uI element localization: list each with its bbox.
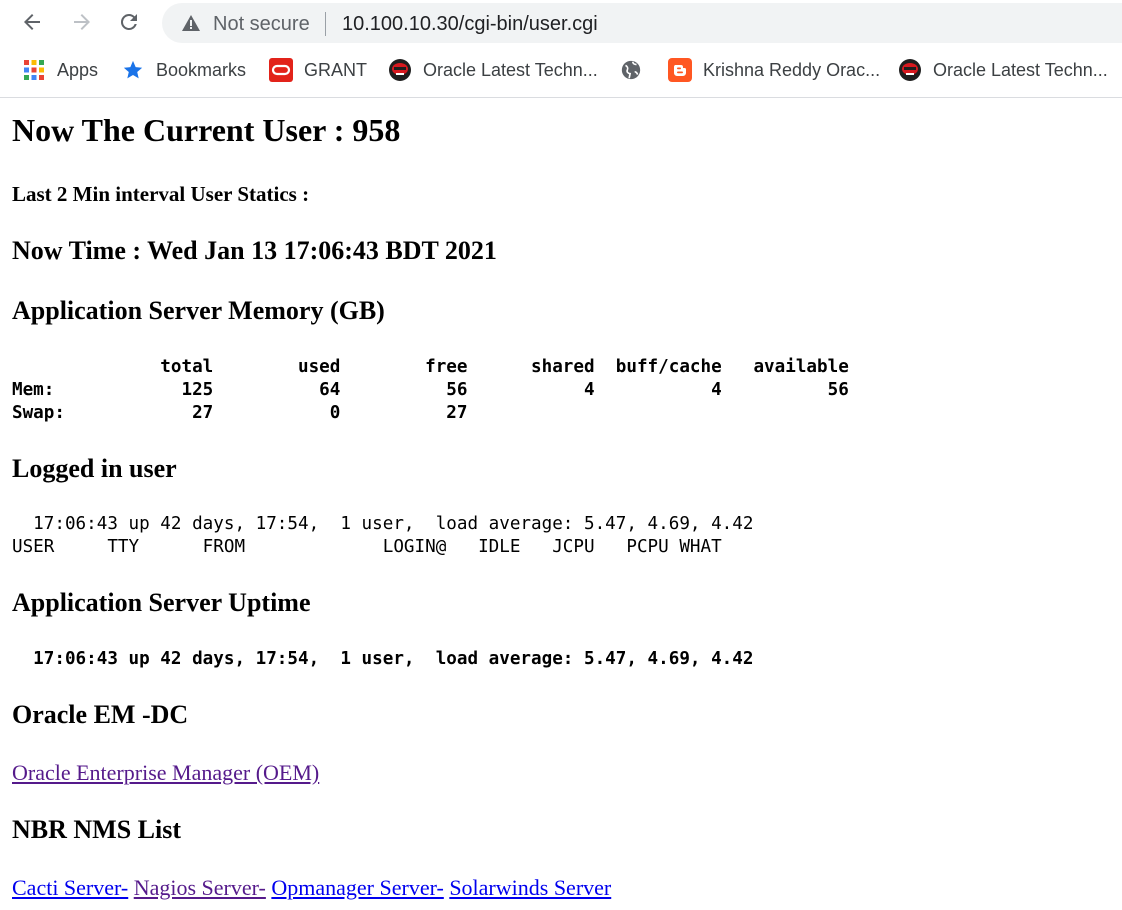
bookmark-label: GRANT xyxy=(304,59,367,80)
logged-in-user-heading: Logged in user xyxy=(12,454,177,483)
back-button[interactable] xyxy=(16,6,48,38)
bookmarks-bar: Apps Bookmarks GRANT Oracle Latest Techn… xyxy=(0,52,1122,88)
nms-list-heading: NBR NMS List xyxy=(12,815,182,844)
oem-link-row: Oracle Enterprise Manager (OEM) xyxy=(12,760,319,786)
bookmark-oracle-latest-2[interactable]: Oracle Latest Techn... xyxy=(898,52,1108,88)
nms-links-row: Cacti Server- Nagios Server- Opmanager S… xyxy=(12,875,611,901)
arrow-right-icon xyxy=(74,14,90,30)
bookmark-globe[interactable] xyxy=(619,52,654,88)
blogger-icon xyxy=(668,58,692,82)
interval-stats-heading: Last 2 Min interval User Statics : xyxy=(12,182,310,206)
star-icon xyxy=(121,58,145,82)
uptime-output: 17:06:43 up 42 days, 17:54, 1 user, load… xyxy=(12,649,754,669)
browser-chrome: Not secure 10.100.10.30/cgi-bin/user.cgi xyxy=(0,0,1122,98)
oracle-mask-icon xyxy=(898,58,922,82)
memory-heading: Application Server Memory (GB) xyxy=(12,296,385,325)
bookmark-label: Apps xyxy=(57,59,99,80)
bookmark-oracle-latest-1[interactable]: Oracle Latest Techn... xyxy=(388,52,598,88)
solarwinds-server-link[interactable]: Solarwinds Server xyxy=(449,875,611,900)
now-time-heading: Now Time : Wed Jan 13 17:06:43 BDT 2021 xyxy=(12,236,497,265)
logged-in-user-output: 17:06:43 up 42 days, 17:54, 1 user, load… xyxy=(12,514,754,557)
bookmark-label: Krishna Reddy Orac... xyxy=(703,59,881,80)
opmanager-server-link[interactable]: Opmanager Server- xyxy=(271,875,443,900)
bookmark-apps[interactable]: Apps xyxy=(22,52,98,88)
cacti-server-link[interactable]: Cacti Server- xyxy=(12,875,128,900)
reload-button[interactable] xyxy=(113,6,145,38)
bookmark-bookmarks[interactable]: Bookmarks xyxy=(121,52,246,88)
bookmark-grant[interactable]: GRANT xyxy=(269,52,367,88)
bookmark-label: Oracle Latest Techn... xyxy=(933,59,1108,80)
oem-link[interactable]: Oracle Enterprise Manager (OEM) xyxy=(12,760,319,785)
bookmark-label: Oracle Latest Techn... xyxy=(423,59,598,80)
omnibox-separator xyxy=(325,12,326,36)
security-indicator[interactable]: Not secure xyxy=(213,13,310,36)
memory-table: total used free shared buff/cache availa… xyxy=(12,357,849,423)
reload-icon xyxy=(120,13,137,30)
url-text[interactable]: 10.100.10.30/cgi-bin/user.cgi xyxy=(342,13,598,36)
bookmark-label: Bookmarks xyxy=(156,59,247,80)
oracle-mask-icon xyxy=(388,58,412,82)
apps-grid-icon xyxy=(22,58,46,82)
globe-icon xyxy=(619,58,643,82)
address-bar[interactable]: Not secure 10.100.10.30/cgi-bin/user.cgi xyxy=(162,3,1122,43)
current-user-heading: Now The Current User : 958 xyxy=(12,112,401,148)
oracle-em-heading: Oracle EM -DC xyxy=(12,700,189,729)
warning-triangle-icon xyxy=(182,15,200,35)
oracle-icon xyxy=(269,58,293,82)
arrow-left-icon xyxy=(24,14,40,30)
bookmark-krishna-reddy[interactable]: Krishna Reddy Orac... xyxy=(668,52,880,88)
forward-button[interactable] xyxy=(66,6,98,38)
nagios-server-link[interactable]: Nagios Server- xyxy=(134,875,266,900)
uptime-heading: Application Server Uptime xyxy=(12,588,311,617)
